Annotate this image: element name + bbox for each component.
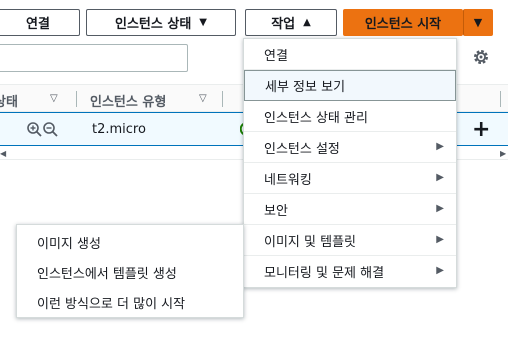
images-templates-submenu: 이미지 생성 인스턴스에서 템플릿 생성 이런 방식으로 더 많이 시작	[16, 224, 244, 318]
chevron-down-icon: ▼	[473, 16, 483, 29]
actions-menu: 연결 세부 정보 보기 인스턴스 상태 관리 인스턴스 설정 ▶ 네트워킹 ▶ …	[243, 38, 457, 288]
menu-item-security[interactable]: 보안 ▶	[244, 194, 456, 225]
chevron-right-icon: ▶	[436, 203, 444, 214]
menu-item-label: 인스턴스 상태 관리	[264, 110, 368, 126]
search-input[interactable]	[0, 44, 188, 72]
column-divider[interactable]	[222, 91, 223, 107]
submenu-item-launch-more-like-this[interactable]: 이런 방식으로 더 많이 시작	[37, 293, 185, 312]
launch-instances-button-label: 인스턴스 시작	[364, 17, 442, 32]
settings-gear-icon[interactable]	[472, 48, 490, 66]
menu-item-label: 모니터링 및 문제 해결	[264, 266, 385, 281]
chevron-right-icon: ▶	[436, 265, 444, 276]
menu-item-view-details[interactable]: 세부 정보 보기	[244, 70, 456, 101]
chevron-right-icon: ▶	[436, 234, 444, 245]
menu-item-manage-instance-state[interactable]: 인스턴스 상태 관리	[244, 101, 456, 132]
launch-dropdown-button[interactable]: ▼	[463, 9, 493, 36]
sort-down-icon[interactable]: ▽	[199, 93, 207, 104]
connect-button-label: 연결	[26, 17, 50, 32]
menu-item-label: 세부 정보 보기	[265, 80, 346, 95]
menu-item-label: 네트워킹	[264, 172, 312, 188]
menu-item-label: 보안	[264, 203, 288, 219]
launch-instances-button[interactable]: 인스턴스 시작	[343, 9, 463, 36]
plus-icon[interactable]: +	[472, 117, 490, 142]
chevron-down-icon: ▼	[199, 17, 207, 28]
submenu-item-create-image[interactable]: 이미지 생성	[37, 233, 101, 252]
chevron-right-icon: ▶	[436, 141, 444, 152]
menu-item-connect[interactable]: 연결	[244, 39, 456, 70]
menu-item-label: 이미지 및 템플릿	[264, 234, 356, 250]
menu-item-monitor-troubleshoot[interactable]: 모니터링 및 문제 해결 ▶	[244, 256, 456, 287]
submenu-item-create-template[interactable]: 인스턴스에서 템플릿 생성	[37, 263, 177, 282]
instance-state-button[interactable]: 인스턴스 상태 ▼	[86, 9, 236, 36]
actions-button-label: 작업	[271, 17, 296, 32]
scroll-right-icon[interactable]: ▶	[500, 149, 506, 158]
column-divider[interactable]	[500, 91, 501, 107]
connect-button[interactable]: 연결	[0, 9, 80, 36]
chevron-up-icon: ▲	[303, 17, 311, 28]
menu-item-instance-settings[interactable]: 인스턴스 설정 ▶	[244, 132, 456, 163]
column-header-status[interactable]: 상태	[0, 91, 18, 110]
column-divider[interactable]	[76, 91, 77, 107]
menu-item-images-templates[interactable]: 이미지 및 템플릿 ▶	[244, 225, 456, 256]
menu-item-label: 인스턴스 설정	[264, 141, 340, 157]
column-header-instance-type[interactable]: 인스턴스 유형	[90, 91, 166, 110]
instance-type-cell: t2.micro	[92, 122, 146, 137]
zoom-out-icon[interactable]	[42, 121, 60, 139]
menu-item-label: 연결	[264, 48, 288, 64]
menu-item-networking[interactable]: 네트워킹 ▶	[244, 163, 456, 194]
sort-down-icon[interactable]: ▽	[50, 93, 58, 104]
actions-button[interactable]: 작업 ▲	[245, 9, 337, 36]
scroll-left-icon[interactable]: ◀	[0, 149, 6, 158]
chevron-right-icon: ▶	[436, 172, 444, 183]
instance-state-button-label: 인스턴스 상태	[115, 17, 192, 32]
